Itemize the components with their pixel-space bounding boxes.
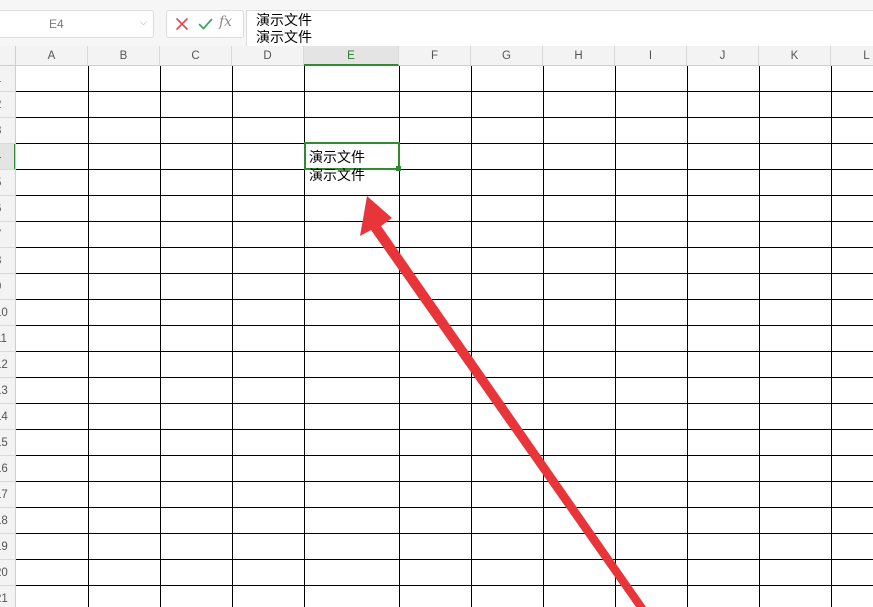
row-header-19[interactable]: 19 — [0, 534, 15, 560]
row-header-13[interactable]: 13 — [0, 378, 15, 404]
check-icon[interactable] — [198, 17, 213, 31]
row-header-16[interactable]: 16 — [0, 456, 15, 482]
row-header-20[interactable]: 20 — [0, 560, 15, 586]
grid-column-line — [160, 66, 161, 607]
grid-row-line — [16, 585, 873, 586]
row-header-11[interactable]: 11 — [0, 326, 15, 352]
grid-column-line — [831, 66, 832, 607]
row-header-5[interactable]: 5 — [0, 170, 15, 196]
grid-row-line — [16, 481, 873, 482]
select-all-corner[interactable] — [0, 46, 16, 66]
column-header-a[interactable]: A — [16, 46, 88, 66]
grid-row-line — [16, 507, 873, 508]
column-header-g[interactable]: G — [471, 46, 543, 66]
active-cell[interactable]: 演示文件 演示文件 — [304, 142, 401, 184]
row-header: 123456789101112131415161718192021 — [0, 66, 16, 607]
grid-row-line — [16, 325, 873, 326]
row-header-3[interactable]: 3 — [0, 118, 15, 144]
grid-row-line — [16, 559, 873, 560]
formula-tools: fx — [166, 10, 244, 38]
grid-row-line — [16, 273, 873, 274]
cell-text-line: 演示文件 — [309, 150, 365, 166]
column-header-d[interactable]: D — [232, 46, 304, 66]
name-box[interactable]: E4 ⌵ — [0, 10, 154, 38]
column-header-h[interactable]: H — [543, 46, 615, 66]
row-header-15[interactable]: 15 — [0, 430, 15, 456]
cell-text-line: 演示文件 — [309, 168, 365, 184]
fill-handle[interactable] — [396, 166, 401, 171]
grid-column-line — [88, 66, 89, 607]
row-header-7[interactable]: 7 — [0, 222, 15, 248]
formula-bar: E4 ⌵ fx 演示文件 演示文件 — [0, 0, 873, 52]
grid-row-line — [16, 247, 873, 248]
grid-row-line — [16, 455, 873, 456]
grid-row-line — [16, 195, 873, 196]
row-header-17[interactable]: 17 — [0, 482, 15, 508]
chevron-down-icon[interactable]: ⌵ — [140, 18, 147, 28]
column-header-b[interactable]: B — [88, 46, 160, 66]
grid-column-line — [471, 66, 472, 607]
column-header-k[interactable]: K — [759, 46, 831, 66]
row-header-4[interactable]: 4 — [0, 144, 15, 170]
grid-row-line — [16, 351, 873, 352]
column-header-e[interactable]: E — [304, 46, 399, 66]
row-header-6[interactable]: 6 — [0, 196, 15, 222]
formula-text-line: 演示文件 — [256, 13, 312, 29]
row-header-14[interactable]: 14 — [0, 404, 15, 430]
grid-row-line — [16, 377, 873, 378]
grid-row-line — [16, 403, 873, 404]
column-header-c[interactable]: C — [160, 46, 232, 66]
grid-row-line — [16, 169, 873, 170]
grid-row-line — [16, 117, 873, 118]
column-header-f[interactable]: F — [399, 46, 471, 66]
grid-row-line — [16, 299, 873, 300]
grid-row-line — [16, 221, 873, 222]
row-header-12[interactable]: 12 — [0, 352, 15, 378]
row-header-8[interactable]: 8 — [0, 248, 15, 274]
cell-grid[interactable]: 演示文件 演示文件 — [16, 66, 873, 607]
grid-column-line — [615, 66, 616, 607]
column-header-j[interactable]: J — [687, 46, 759, 66]
grid-row-line — [16, 533, 873, 534]
grid-column-line — [232, 66, 233, 607]
row-header-2[interactable]: 2 — [0, 92, 15, 118]
grid-column-line — [759, 66, 760, 607]
grid-column-line — [543, 66, 544, 607]
row-header-9[interactable]: 9 — [0, 274, 15, 300]
row-header-18[interactable]: 18 — [0, 508, 15, 534]
column-header-l[interactable]: L — [831, 46, 873, 66]
column-header: ABCDEFGHIJKL — [0, 46, 873, 66]
close-x-icon[interactable] — [175, 17, 189, 31]
grid-column-line — [687, 66, 688, 607]
row-header-21[interactable]: 21 — [0, 586, 15, 607]
row-header-10[interactable]: 10 — [0, 300, 15, 326]
grid-row-line — [16, 143, 873, 144]
grid-row-line — [16, 429, 873, 430]
row-header-1[interactable]: 1 — [0, 66, 15, 92]
grid-row-line — [16, 91, 873, 92]
insert-function-button[interactable]: fx — [219, 14, 232, 30]
name-box-value: E4 — [49, 17, 64, 31]
column-header-i[interactable]: I — [615, 46, 687, 66]
formula-text-line: 演示文件 — [256, 30, 312, 46]
